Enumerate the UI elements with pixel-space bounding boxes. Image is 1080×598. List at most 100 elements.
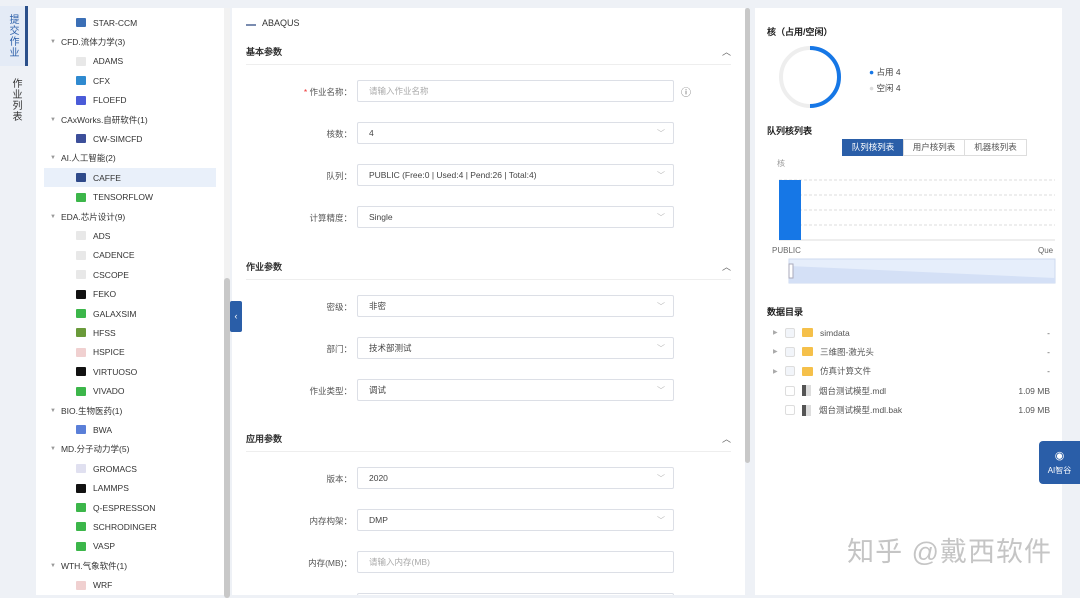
tree-app-item[interactable]: VIVADO <box>44 382 216 401</box>
select-field[interactable]: DMP ﹀ <box>357 509 674 531</box>
select-field[interactable]: 4 ﹀ <box>357 122 674 144</box>
chevron-up-icon[interactable]: ︿ <box>722 45 731 58</box>
select-field[interactable]: Single ﹀ <box>357 206 674 228</box>
tree-app-item[interactable]: SCHRODINGER <box>44 517 216 536</box>
file-checkbox[interactable] <box>785 327 795 338</box>
tree-category[interactable]: ▼ EDA.芯片设计(9) <box>44 207 216 226</box>
select-field[interactable]: 调试 ﹀ <box>357 379 674 401</box>
tree-app-item[interactable]: ADS <box>44 226 216 245</box>
file-checkbox[interactable] <box>785 385 795 396</box>
chevron-down-icon: ﹀ <box>657 212 665 222</box>
select-value: 2020 <box>369 473 388 483</box>
select-field[interactable]: PUBLIC (Free:0 | Used:4 | Pend:26 | Tota… <box>357 164 674 186</box>
tree-app-item[interactable]: HFSS <box>44 323 216 342</box>
label-text: 内存构架： <box>309 516 352 526</box>
expand-caret-icon[interactable]: ▶ <box>773 329 785 336</box>
tree-app-item[interactable]: STAR-CCM <box>44 13 216 32</box>
select-field[interactable]: 技术部测试 ﹀ <box>357 337 674 359</box>
tree-app-item[interactable]: TENSORFLOW <box>44 188 216 207</box>
select-field[interactable]: 2020 ﹀ <box>357 467 674 489</box>
file-checkbox[interactable] <box>785 366 795 377</box>
expand-caret-icon[interactable]: ▶ <box>773 368 785 375</box>
ai-assistant-button[interactable]: ◉ AI智谷 <box>1039 441 1080 484</box>
text-input[interactable]: 请输入作业名称 <box>357 80 674 102</box>
app-label: BWA <box>93 424 113 435</box>
tree-app-item[interactable]: WRF <box>44 576 216 595</box>
tree-category[interactable]: ▼ CAxWorks.自研软件(1) <box>44 110 216 129</box>
chevron-up-icon[interactable]: ︿ <box>722 432 731 445</box>
app-label: WRF <box>93 580 113 591</box>
tree-app-item[interactable]: GALAXSIM <box>44 304 216 323</box>
donut-used-arc <box>809 46 841 108</box>
tree-app-item[interactable]: FLOEFD <box>44 91 216 110</box>
tree-category[interactable]: ▼ CFD.流体力学(3) <box>44 32 216 51</box>
select-value: 4 <box>369 128 374 138</box>
label-text: 队列： <box>326 171 352 181</box>
file-row[interactable]: ▶ 仿真计算文件 - <box>773 362 1050 381</box>
app-label: VIVADO <box>93 386 125 397</box>
caret-down-icon: ▼ <box>50 155 56 162</box>
tree-app-item[interactable]: BWA <box>44 420 216 439</box>
file-size: 1.09 MB <box>1018 385 1050 396</box>
app-label: SCHRODINGER <box>93 521 157 532</box>
section-header[interactable]: 应用参数 ︿ <box>246 426 731 452</box>
app-label: FLOEFD <box>93 95 127 106</box>
tree-app-item[interactable]: LAMMPS <box>44 479 216 498</box>
text-input[interactable]: 请输入内存(MB) <box>357 551 674 573</box>
category-label: EDA.芯片设计(9) <box>60 211 126 222</box>
tree-app-item[interactable]: Q-ESPRESSON <box>44 498 216 517</box>
tree-category[interactable]: ▼ MD.分子动力学(5) <box>44 440 216 459</box>
tab-user-cores[interactable]: 用户核列表 <box>903 139 965 156</box>
tree-app-item[interactable]: CSCOPE <box>44 265 216 284</box>
select-value: 调试 <box>369 385 387 395</box>
tree-category[interactable]: ▼ BIO.生物医药(1) <box>44 401 216 420</box>
file-row[interactable]: 烟台测试模型.mdl 1.09 MB <box>773 381 1050 400</box>
chevron-up-icon[interactable]: ︿ <box>722 260 731 273</box>
app-title: ABAQUS <box>262 18 300 28</box>
file-row[interactable]: ▶ 三维图-激光头 - <box>773 342 1050 361</box>
tab-machine-cores[interactable]: 机器核列表 <box>964 139 1027 156</box>
tree-app-item[interactable]: CAFFE <box>44 168 216 188</box>
file-icon <box>802 404 811 416</box>
queue-bar-chart: 核 PUBLIC Que <box>772 158 1056 284</box>
label-text: 部门： <box>326 344 352 354</box>
tree-app-item[interactable]: CW-SIMCFD <box>44 129 216 148</box>
collapse-sidebar-button[interactable]: ‹ <box>230 301 242 332</box>
tab-job-list[interactable]: 作业列表 <box>0 70 28 130</box>
file-checkbox[interactable] <box>785 405 795 416</box>
tab-queue-cores[interactable]: 队列核列表 <box>842 139 904 156</box>
caret-down-icon: ▼ <box>50 562 56 569</box>
tree-app-item[interactable]: VASP <box>44 537 216 556</box>
placeholder: 请输入作业名称 <box>369 86 429 96</box>
label-text: 作业名称： <box>309 87 352 97</box>
field-label: 队列： <box>232 170 352 182</box>
app-label: FEKO <box>93 289 117 300</box>
tree-category[interactable]: ▼ WTH.气象软件(1) <box>44 556 216 575</box>
tree-app-item[interactable]: CADENCE <box>44 246 216 265</box>
tab-submit-job[interactable]: 提交作业 <box>0 6 28 66</box>
section-title: 应用参数 <box>246 434 283 444</box>
tree-app-item[interactable]: VIRTUOSO <box>44 362 216 381</box>
app-icon <box>76 541 86 551</box>
job-form-panel: ABAQUS 基本参数 ︿ * 作业名称： 请输入作业名称 ⓘ 核数： 4 ﹀ 队列： PUBLI… <box>232 8 745 595</box>
select-value: PUBLIC (Free:0 | Used:4 | Pend:26 | Tota… <box>369 170 537 180</box>
section-title: 作业参数 <box>246 262 283 272</box>
tree-app-item[interactable]: HSPICE <box>44 343 216 362</box>
form-scrollbar[interactable] <box>745 8 750 463</box>
file-row[interactable]: ▶ simdata - <box>773 323 1050 342</box>
file-row[interactable]: 烟台测试模型.mdl.bak 1.09 MB <box>773 401 1050 420</box>
tree-app-item[interactable]: GROMACS <box>44 459 216 478</box>
caret-down-icon: ▼ <box>50 38 56 45</box>
app-icon <box>76 231 86 241</box>
app-icon <box>76 386 86 396</box>
select-field[interactable]: 非密 ﹀ <box>357 295 674 317</box>
section-header[interactable]: 基本参数 ︿ <box>246 39 731 65</box>
tree-app-item[interactable]: ADAMS <box>44 52 216 71</box>
expand-caret-icon[interactable]: ▶ <box>773 348 785 355</box>
tree-app-item[interactable]: FEKO <box>44 285 216 304</box>
info-icon[interactable]: ⓘ <box>681 84 691 99</box>
section-header[interactable]: 作业参数 ︿ <box>246 254 731 280</box>
file-checkbox[interactable] <box>785 346 795 357</box>
tree-category[interactable]: ▼ AI.人工智能(2) <box>44 149 216 168</box>
tree-app-item[interactable]: CFX <box>44 71 216 90</box>
